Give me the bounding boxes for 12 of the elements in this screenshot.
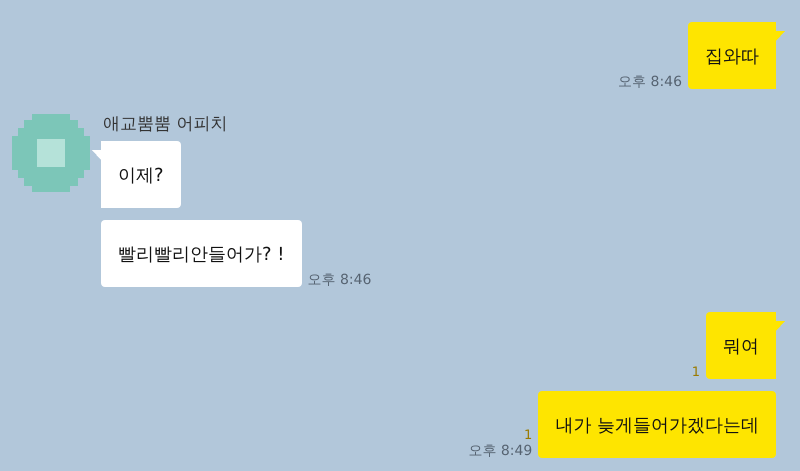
message-bubble: 집와따 [688,22,785,89]
avatar-icon [12,114,90,192]
message-bubble: 내가 늦게들어가겠다는데 [538,391,776,458]
message-bubble: 이제? [92,141,181,208]
message-time: 오후 8:46 [308,273,372,287]
message-time: 오후 8:46 [618,75,682,89]
unread-count: 1 [692,366,700,379]
unread-count: 1 [524,429,532,442]
message-bubble: 뭐여 [706,312,785,379]
message-time: 오후 8:49 [468,444,532,458]
sender-name: 애교뿜뿜 어피치 [103,116,228,133]
message-bubble: 빨리빨리안들어가? ! [101,220,302,287]
